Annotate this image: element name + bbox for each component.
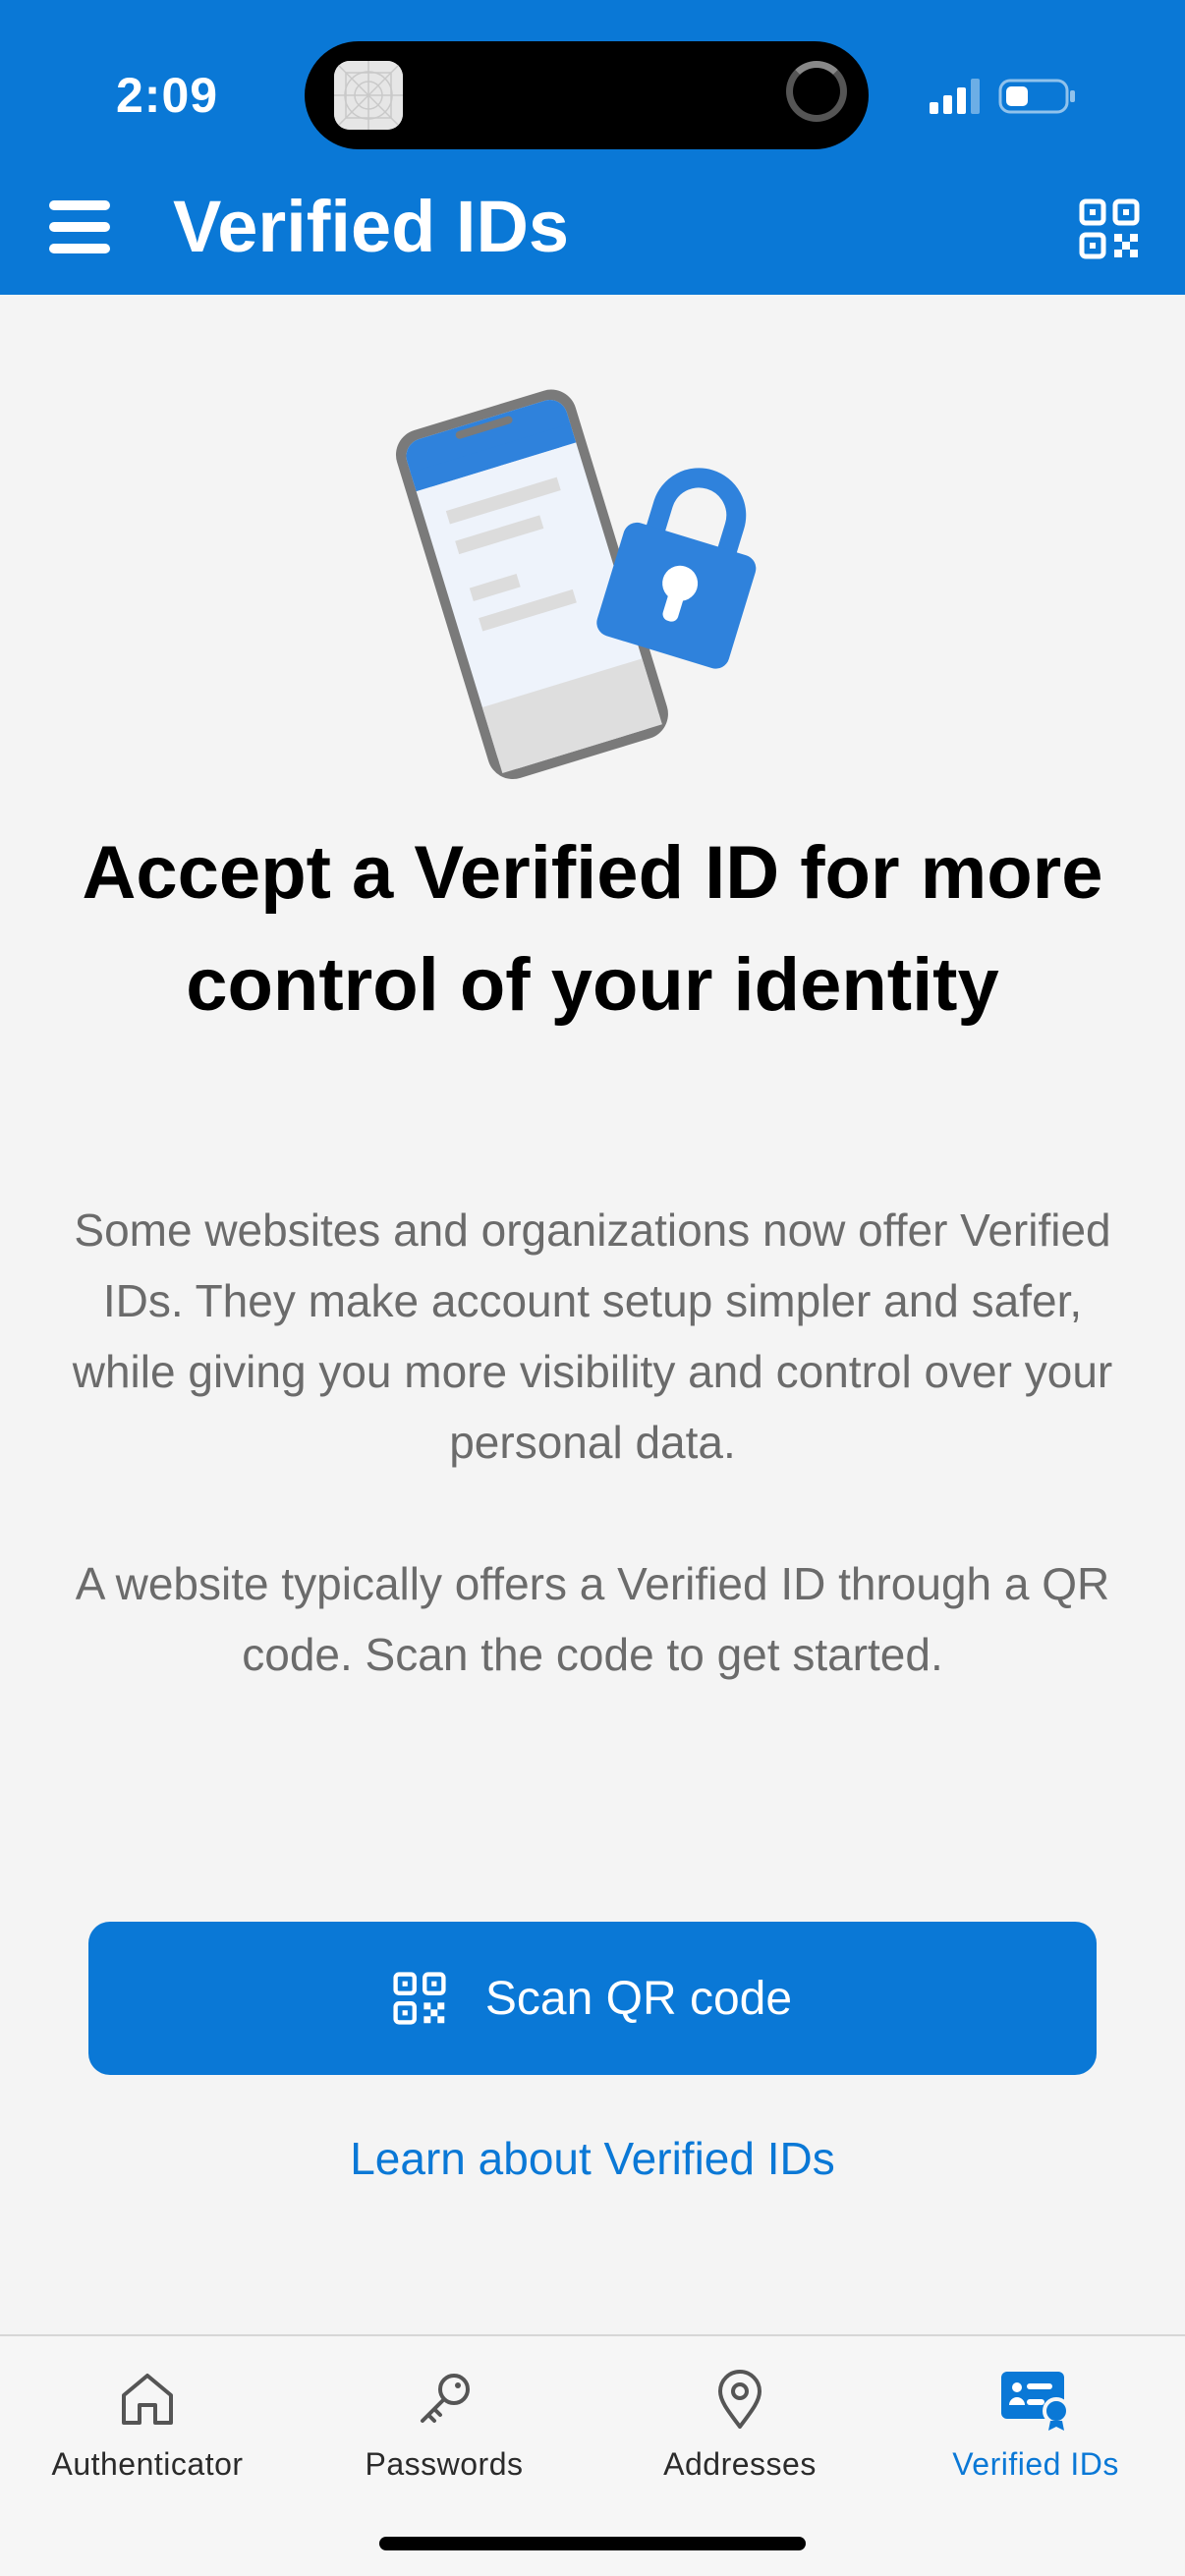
- tab-label-passwords: Passwords: [365, 2446, 524, 2482]
- page-title: Verified IDs: [173, 186, 570, 267]
- scan-qr-code-button[interactable]: Scan QR code: [88, 1922, 1097, 2075]
- location-pin-icon: [718, 2370, 762, 2429]
- tab-addresses[interactable]: Addresses: [592, 2350, 887, 2497]
- key-icon: [421, 2374, 470, 2423]
- verified-ids-screen: 2:09 Verified IDs Accept a Verified ID f…: [0, 0, 1185, 2576]
- headline: Accept a Verified ID for more control of…: [82, 831, 1103, 1027]
- description-paragraph: Some websites and organizations now offe…: [72, 1204, 1113, 1468]
- app-header: 2:09 Verified IDs: [0, 0, 1185, 295]
- menu-button[interactable]: [49, 198, 112, 255]
- tab-authenticator[interactable]: Authenticator: [0, 2350, 295, 2497]
- learn-about-verified-ids-link[interactable]: Learn about Verified IDs: [0, 2132, 1185, 2185]
- tab-label-addresses: Addresses: [663, 2446, 817, 2482]
- tab-verified-ids[interactable]: Verified IDs: [888, 2350, 1183, 2497]
- dynamic-island: [305, 41, 869, 149]
- qr-code-icon[interactable]: [1079, 198, 1140, 259]
- home-indicator[interactable]: [379, 2537, 806, 2550]
- app-placeholder-icon: [334, 61, 403, 130]
- qr-code-icon: [393, 1972, 446, 2025]
- status-time: 2:09: [116, 68, 219, 123]
- scan-qr-code-label: Scan QR code: [484, 1972, 793, 2025]
- tab-passwords[interactable]: Passwords: [297, 2350, 592, 2497]
- tab-label-authenticator: Authenticator: [51, 2446, 244, 2482]
- cellular-signal-icon: [930, 79, 980, 114]
- instructions-paragraph: A website typically offers a Verified ID…: [75, 1558, 1110, 1680]
- home-icon: [122, 2374, 173, 2425]
- activity-spinner-icon: [786, 61, 847, 122]
- verified-id-card-icon: [1001, 2372, 1070, 2431]
- tab-label-verified-ids: Verified IDs: [952, 2446, 1119, 2482]
- phone-with-lock-illustration: [395, 389, 757, 780]
- battery-icon: [998, 79, 1075, 114]
